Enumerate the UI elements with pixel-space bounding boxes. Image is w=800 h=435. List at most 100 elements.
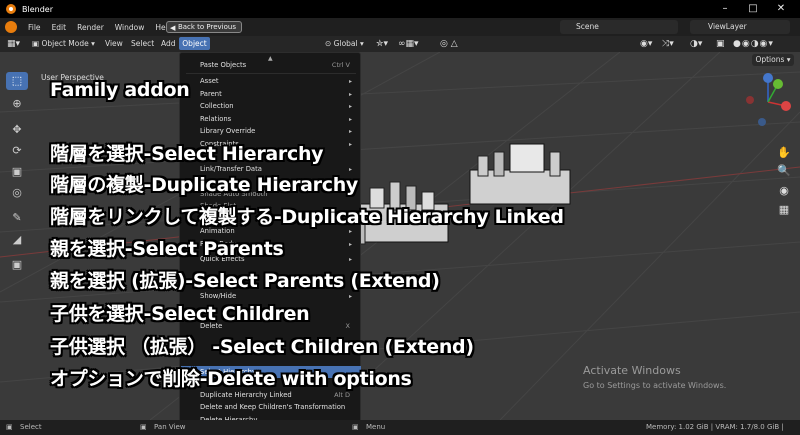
viewlayer-label: ViewLayer: [708, 22, 747, 31]
transform-tool-icon[interactable]: ◎: [6, 184, 28, 202]
menu-item-relations[interactable]: Relations ▸: [200, 114, 352, 125]
pan-hand-icon[interactable]: ✋: [777, 146, 791, 160]
menu-item-label: Asset: [200, 77, 219, 85]
overlay-line-select-hierarchy: 階層を選択-Select Hierarchy: [50, 143, 324, 165]
submenu-arrow-icon: ▸: [348, 116, 352, 123]
menu-item-label: Link/Transfer Data: [200, 165, 262, 173]
blender-logo-icon: [6, 4, 16, 14]
overlay-icon[interactable]: ◑▾: [690, 38, 702, 50]
menu-item-collection[interactable]: Collection ▸: [200, 101, 352, 112]
xray-icon[interactable]: ▣: [716, 38, 725, 50]
menu-item-label: Relations: [200, 115, 232, 123]
mouse-middle-icon: ▣: [140, 423, 147, 431]
options-label: Options: [755, 55, 785, 64]
menu-edit[interactable]: Edit: [52, 23, 67, 32]
activate-windows-subtitle: Go to Settings to activate Windows.: [583, 381, 727, 390]
overlay-line-delete-with-options: オプションで削除-Delete with options: [50, 368, 412, 390]
menu-file[interactable]: File: [28, 23, 41, 32]
scene-object-right[interactable]: [469, 143, 571, 205]
blender-menu-icon[interactable]: [5, 21, 17, 33]
menu-item-shortcut: X: [345, 322, 350, 330]
menu-item-label: Show/Hide: [200, 292, 237, 300]
submenu-arrow-icon: ▸: [348, 141, 352, 148]
status-memory: Memory: 1.02 GiB | VRAM: 1.7/8.0 GiB | 3…: [646, 423, 784, 431]
scene-label: Scene: [576, 22, 599, 31]
menu-item-parent[interactable]: Parent ▸: [200, 89, 352, 100]
select-box-tool-icon[interactable]: ⬚: [6, 72, 28, 90]
orientation-selector[interactable]: ⊙ Global ▾: [325, 38, 364, 50]
submenu-arrow-icon: ▸: [348, 241, 352, 248]
visibility-icon[interactable]: ◉▾: [640, 38, 652, 50]
mouse-right-icon: ▣: [352, 423, 359, 431]
header-object-menu[interactable]: Object: [179, 37, 210, 50]
menu-item-label: Paste Objects: [200, 61, 247, 69]
minimize-icon[interactable]: –: [712, 0, 738, 18]
status-select: Select: [20, 423, 42, 431]
mode-selector[interactable]: ▣ Object Mode ▾: [32, 38, 95, 50]
mode-label: Object Mode: [41, 39, 89, 48]
submenu-arrow-icon: ▸: [348, 103, 352, 110]
back-to-previous-button[interactable]: ◀ Back to Previous: [166, 21, 242, 33]
header-add[interactable]: Add: [161, 38, 176, 50]
menu-item-show-hide[interactable]: Show/Hide ▸: [200, 291, 352, 302]
submenu-arrow-icon: ▸: [348, 293, 352, 300]
window-title: Blender: [22, 4, 53, 14]
navigation-gizmo[interactable]: [738, 70, 798, 132]
move-tool-icon[interactable]: ✥: [6, 121, 28, 139]
menu-item-paste-objects[interactable]: Paste Objects Ctrl V: [200, 60, 350, 71]
editor-type-icon[interactable]: ▦▾: [7, 38, 20, 50]
menu-item-asset[interactable]: Asset ▸: [200, 76, 352, 87]
activate-windows-title: Activate Windows: [583, 364, 681, 377]
snap-icon[interactable]: ∞▦▾: [398, 38, 419, 50]
back-icon: ◀: [170, 24, 176, 32]
submenu-arrow-icon: ▸: [348, 256, 352, 263]
submenu-arrow-icon: ▸: [348, 128, 352, 135]
overlay-line-select-children-extend: 子供選択 （拡張） -Select Children (Extend): [50, 336, 474, 358]
menu-item-delete-keep-transform[interactable]: Delete and Keep Children's Transformatio…: [200, 402, 350, 413]
menu-item-label: Parent: [200, 90, 222, 98]
status-bar: ▣ Select ▣ Pan View ▣ Menu Memory: 1.02 …: [0, 420, 800, 435]
rotate-tool-icon[interactable]: ⟳: [6, 142, 28, 160]
menu-item-duplicate-hierarchy-linked[interactable]: Duplicate Hierarchy Linked Alt D: [200, 390, 350, 401]
cursor-tool-icon[interactable]: ⊕: [6, 95, 28, 113]
overlay-line-select-parents-extend: 親を選択 (拡張)-Select Parents (Extend): [50, 270, 440, 292]
measure-tool-icon[interactable]: ◢: [6, 231, 28, 249]
submenu-arrow-icon: ▸: [348, 78, 352, 85]
overlay-title: Family addon: [50, 79, 190, 101]
header-select[interactable]: Select: [131, 38, 154, 50]
menu-item-library-override[interactable]: Library Override ▸: [200, 126, 352, 137]
overlay-line-duplicate-hierarchy-linked: 階層をリンクして複製する-Duplicate Hierarchy Linked: [50, 206, 564, 228]
overlay-line-select-children: 子供を選択-Select Children: [50, 303, 310, 325]
grid-view-icon[interactable]: ▦: [777, 203, 791, 217]
options-dropdown[interactable]: Options ▾: [752, 54, 794, 66]
annotate-tool-icon[interactable]: ✎: [6, 209, 28, 227]
maximize-icon[interactable]: □: [740, 0, 766, 18]
orientation-label: Global: [333, 39, 358, 48]
proportional-edit-icon[interactable]: ◎ △: [440, 38, 458, 50]
menu-item-label: Collection: [200, 102, 234, 110]
menu-item-label: Delete and Keep Children's Transformatio…: [200, 403, 346, 411]
menu-item-shortcut: Ctrl V: [331, 61, 350, 69]
viewlayer-selector[interactable]: ViewLayer: [690, 20, 790, 34]
menu-item-shortcut: Alt D: [334, 391, 350, 399]
scene-selector[interactable]: Scene: [560, 20, 678, 34]
overlay-line-duplicate-hierarchy: 階層の複製-Duplicate Hierarchy: [50, 174, 359, 196]
close-icon[interactable]: ✕: [768, 0, 794, 18]
scale-tool-icon[interactable]: ▣: [6, 163, 28, 181]
menu-item-label: Duplicate Hierarchy Linked: [200, 391, 292, 399]
camera-icon[interactable]: ◉: [777, 184, 791, 198]
overlay-line-select-parents: 親を選択-Select Parents: [50, 238, 284, 260]
menu-separator: [186, 73, 356, 74]
zoom-icon[interactable]: 🔍: [777, 164, 791, 178]
title-bar: Blender: [0, 0, 800, 18]
header-view[interactable]: View: [105, 38, 123, 50]
gizmo-icon[interactable]: ⤨▾: [662, 38, 674, 50]
pivot-icon[interactable]: ✮▾: [376, 38, 388, 50]
top-menu-bar: File Edit Render Window Help: [0, 18, 800, 36]
shading-modes-icon[interactable]: ●◉◑◉▾: [733, 38, 774, 50]
mouse-left-icon: ▣: [6, 423, 13, 431]
menu-render[interactable]: Render: [77, 23, 104, 32]
menu-window[interactable]: Window: [115, 23, 145, 32]
back-label: Back to Previous: [177, 23, 236, 31]
add-cube-tool-icon[interactable]: ▣: [6, 256, 28, 274]
